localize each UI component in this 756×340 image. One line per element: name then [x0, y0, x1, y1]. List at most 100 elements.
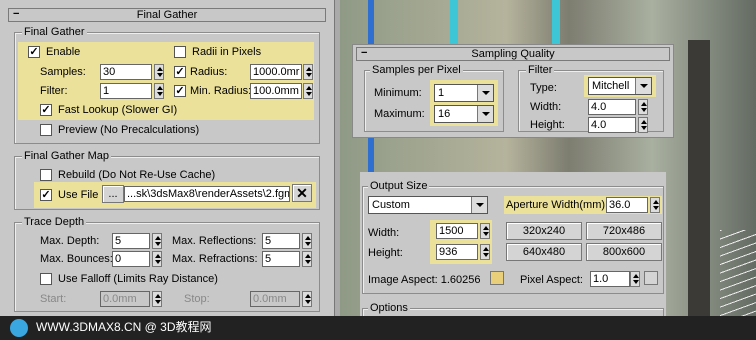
browse-button[interactable]: ...: [102, 185, 124, 203]
samples-spinner[interactable]: [154, 64, 164, 80]
group-title: Samples per Pixel: [370, 64, 463, 76]
filter-height-field[interactable]: 4.0: [588, 117, 636, 133]
min-radius-spinner[interactable]: [303, 83, 313, 99]
clear-icon[interactable]: ✕: [292, 184, 312, 202]
tree-trunk: [688, 40, 710, 340]
filter-height-spinner[interactable]: [638, 117, 648, 133]
fast-lookup-label: Fast Lookup (Slower GI): [58, 104, 178, 116]
preset-720x486-button[interactable]: 720x486: [586, 222, 662, 240]
group-title: Options: [368, 302, 410, 314]
radii-checkbox[interactable]: [174, 46, 186, 58]
pixel-aspect-field[interactable]: 1.0: [590, 271, 630, 287]
output-preset-dropdown[interactable]: Custom: [368, 196, 488, 214]
filter-spinner[interactable]: [154, 83, 164, 99]
preview-checkbox[interactable]: [40, 124, 52, 136]
width-spinner[interactable]: [480, 223, 490, 239]
group-title: Filter: [526, 64, 555, 76]
filter-type-value: Mitchell: [592, 80, 630, 92]
height-label: Height:: [368, 247, 403, 259]
final-gather-rollout-header[interactable]: − Final Gather: [8, 8, 326, 22]
width-label: Width:: [368, 227, 400, 239]
min-radius-field[interactable]: 100.0mm: [250, 83, 302, 99]
filter-width-spinner[interactable]: [638, 99, 648, 115]
filter-label: Filter:: [40, 85, 68, 97]
preset-320x240-button[interactable]: 320x240: [506, 222, 582, 240]
preset-800x600-button[interactable]: 800x600: [586, 243, 662, 261]
pixel-aspect-label: Pixel Aspect:: [520, 274, 583, 286]
aperture-spinner[interactable]: [650, 197, 660, 213]
samples-label: Samples:: [40, 66, 86, 78]
max-depth-label: Max. Depth:: [40, 235, 100, 247]
chevron-down-icon: [471, 197, 487, 213]
file-path-field[interactable]: ...sk\3dsMax8\renderAssets\2.fgm: [124, 186, 290, 202]
chevron-down-icon: [477, 85, 493, 101]
collapse-icon: −: [13, 8, 20, 20]
lock-icon[interactable]: [490, 271, 504, 285]
stop-field[interactable]: 0.0mm: [250, 291, 300, 307]
cyan-frame: [552, 0, 560, 50]
height-field[interactable]: 936: [436, 244, 478, 260]
chevron-down-icon: [477, 106, 493, 122]
start-label: Start:: [40, 293, 67, 305]
minimum-dropdown[interactable]: 1: [434, 84, 494, 102]
radius-label: Radius:: [190, 66, 228, 78]
left-panel: − Final Gather Final Gather ✓ Enable Rad…: [0, 0, 334, 320]
group-title: Final Gather Map: [22, 150, 111, 162]
type-label: Type:: [530, 82, 557, 94]
max-reflections-field[interactable]: 5: [262, 233, 300, 249]
enable-checkbox[interactable]: ✓: [28, 46, 40, 58]
max-refractions-spinner[interactable]: [302, 251, 312, 267]
max-bounces-field[interactable]: 0: [112, 251, 150, 267]
preview-label: Preview (No Precalculations): [58, 124, 200, 136]
samples-field[interactable]: 30: [100, 64, 152, 80]
max-depth-field[interactable]: 5: [112, 233, 150, 249]
maximum-value: 16: [438, 108, 451, 120]
radius-spinner[interactable]: [303, 64, 313, 80]
radii-label: Radii in Pixels: [192, 46, 262, 58]
rebuild-label: Rebuild (Do Not Re-Use Cache): [58, 169, 216, 181]
logo-icon: [10, 319, 28, 337]
watermark-text: WWW.3DMAX8.CN @ 3D教程网: [36, 320, 212, 334]
filter-type-dropdown[interactable]: Mitchell: [588, 77, 652, 95]
height-spinner[interactable]: [480, 244, 490, 260]
filter-field[interactable]: 1: [100, 83, 152, 99]
min-radius-label: Min. Radius:: [190, 85, 252, 97]
rebuild-checkbox[interactable]: [40, 169, 52, 181]
use-falloff-checkbox[interactable]: [40, 273, 52, 285]
group-title: Final Gather: [22, 26, 87, 38]
sampling-quality-header[interactable]: − Sampling Quality: [356, 47, 670, 61]
image-aspect-label: Image Aspect: 1.60256: [368, 274, 481, 286]
lock-icon[interactable]: [644, 271, 658, 285]
max-reflections-spinner[interactable]: [302, 233, 312, 249]
minimum-value: 1: [438, 87, 445, 99]
max-depth-spinner[interactable]: [152, 233, 162, 249]
minimum-label: Minimum:: [374, 87, 422, 99]
rollout-title: Final Gather: [136, 9, 198, 21]
max-refractions-label: Max. Refractions:: [172, 253, 258, 265]
use-falloff-label: Use Falloff (Limits Ray Distance): [58, 273, 218, 285]
stop-spinner[interactable]: [302, 291, 312, 307]
use-file-label: Use File: [58, 189, 99, 201]
maximum-label: Maximum:: [374, 108, 425, 120]
aperture-field[interactable]: 36.0: [606, 197, 648, 213]
width-field[interactable]: 1500: [436, 223, 478, 239]
enable-label: Enable: [46, 46, 81, 58]
start-spinner[interactable]: [152, 291, 162, 307]
filter-width-field[interactable]: 4.0: [588, 99, 636, 115]
chevron-down-icon: [635, 78, 651, 94]
use-file-checkbox[interactable]: ✓: [40, 189, 52, 201]
min-radius-checkbox[interactable]: ✓: [174, 85, 186, 97]
stop-label: Stop:: [184, 293, 210, 305]
filter-width-label: Width:: [530, 101, 562, 113]
preset-640x480-button[interactable]: 640x480: [506, 243, 582, 261]
fast-lookup-checkbox[interactable]: ✓: [40, 104, 52, 116]
output-preset-value: Custom: [372, 199, 410, 211]
radius-checkbox[interactable]: ✓: [174, 66, 186, 78]
pixel-aspect-spinner[interactable]: [630, 271, 640, 287]
maximum-dropdown[interactable]: 16: [434, 105, 494, 123]
max-bounces-spinner[interactable]: [152, 251, 162, 267]
max-refractions-field[interactable]: 5: [262, 251, 300, 267]
max-reflections-label: Max. Reflections:: [172, 235, 257, 247]
start-field[interactable]: 0.0mm: [100, 291, 150, 307]
radius-field[interactable]: 1000.0mr: [250, 64, 302, 80]
